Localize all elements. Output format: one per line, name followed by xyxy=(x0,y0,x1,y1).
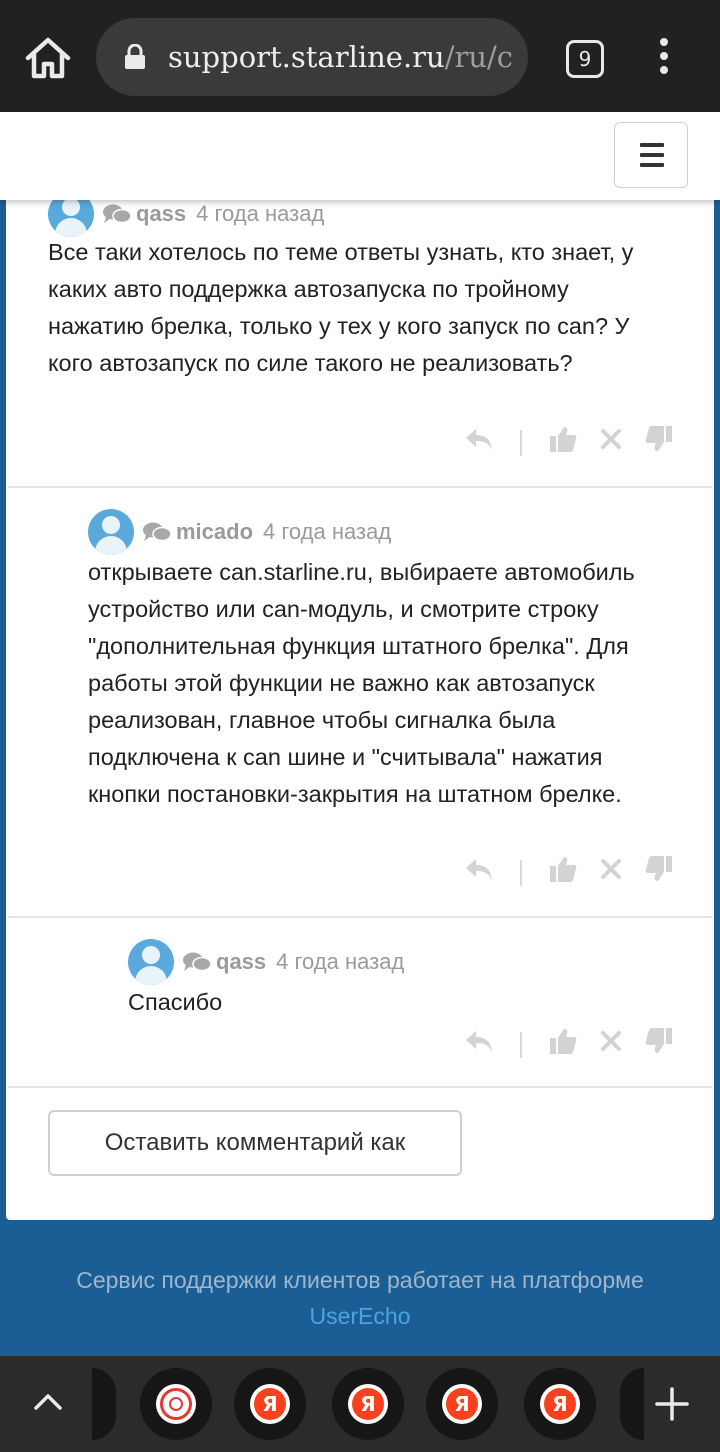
close-icon[interactable] xyxy=(600,858,622,880)
reply-icon[interactable] xyxy=(464,854,494,884)
comments-card: qass 4 года назад Все таки хотелось по т… xyxy=(6,190,714,1220)
action-separator xyxy=(520,860,522,886)
tab-partial-right[interactable] xyxy=(620,1368,644,1440)
plus-icon[interactable] xyxy=(652,1384,692,1424)
tab-yandex[interactable]: Я xyxy=(234,1368,306,1440)
thumbs-up-icon[interactable] xyxy=(548,424,578,454)
close-icon[interactable] xyxy=(600,428,622,450)
thumbs-down-icon[interactable] xyxy=(644,424,674,454)
action-separator xyxy=(520,430,522,456)
comment-author[interactable]: qass xyxy=(136,201,186,227)
chat-bubbles-icon xyxy=(143,522,172,542)
tab-yandex[interactable]: Я xyxy=(426,1368,498,1440)
chat-bubbles-icon xyxy=(183,952,212,972)
comment-text: открываете can.starline.ru, выбираете ав… xyxy=(88,559,635,807)
url-domain: support.starline.ru xyxy=(168,40,445,74)
comment-text: Все таки хотелось по теме ответы узнать,… xyxy=(48,239,634,376)
thumbs-down-icon[interactable] xyxy=(644,854,674,884)
thumbs-down-icon[interactable] xyxy=(644,1026,674,1056)
yandex-icon: Я xyxy=(254,1388,286,1420)
browser-toolbar: support.starline.ru/ru/con 9 xyxy=(0,0,720,112)
target-icon xyxy=(160,1388,192,1420)
comment-time[interactable]: 4 года назад xyxy=(263,519,391,545)
home-icon[interactable] xyxy=(22,32,74,84)
yandex-icon: Я xyxy=(352,1388,384,1420)
yandex-icon: Я xyxy=(544,1388,576,1420)
yandex-icon: Я xyxy=(446,1388,478,1420)
url-text: support.starline.ru/ru/con xyxy=(168,38,514,76)
comment-divider xyxy=(8,486,712,488)
comment-actions xyxy=(464,1026,684,1066)
url-path: /ru/con xyxy=(444,40,514,74)
footer-text: Сервис поддержки клиентов работает на пл… xyxy=(76,1267,644,1293)
chat-bubbles-icon xyxy=(103,204,132,224)
comment-author[interactable]: micado xyxy=(176,519,253,545)
comment-actions xyxy=(464,424,684,464)
thumbs-up-icon[interactable] xyxy=(548,1026,578,1056)
site-footer: Сервис поддержки клиентов работает на пл… xyxy=(0,1262,720,1334)
tab-switcher-button[interactable]: 9 xyxy=(566,40,604,78)
comment-divider xyxy=(8,916,712,918)
comment-actions xyxy=(464,854,684,894)
site-header xyxy=(0,112,720,200)
tab-partial-left[interactable] xyxy=(92,1368,116,1440)
tab-yandex[interactable]: Я xyxy=(524,1368,596,1440)
browser-bottom-bar: Я Я Я Я xyxy=(0,1356,720,1452)
reply-icon[interactable] xyxy=(464,424,494,454)
tab-yandex[interactable]: Я xyxy=(332,1368,404,1440)
comment-author[interactable]: qass xyxy=(216,949,266,975)
action-separator xyxy=(520,1032,522,1058)
footer-link[interactable]: UserEcho xyxy=(0,1298,720,1334)
avatar[interactable] xyxy=(88,509,134,555)
tab-target[interactable] xyxy=(140,1368,212,1440)
address-bar[interactable]: support.starline.ru/ru/con xyxy=(96,18,528,96)
close-icon[interactable] xyxy=(600,1030,622,1052)
comment-text: Спасибо xyxy=(128,989,223,1015)
more-options-icon[interactable] xyxy=(652,38,676,78)
thumbs-up-icon[interactable] xyxy=(548,854,578,884)
lock-icon xyxy=(125,44,145,69)
comment-divider xyxy=(8,1086,712,1088)
leave-comment-button[interactable]: Оставить комментарий как xyxy=(48,1110,462,1176)
menu-icon[interactable] xyxy=(614,122,688,188)
reply-icon[interactable] xyxy=(464,1026,494,1056)
chevron-up-icon[interactable] xyxy=(30,1384,66,1420)
comment-time[interactable]: 4 года назад xyxy=(276,949,404,975)
avatar[interactable] xyxy=(128,939,174,985)
comment-time[interactable]: 4 года назад xyxy=(196,201,324,227)
